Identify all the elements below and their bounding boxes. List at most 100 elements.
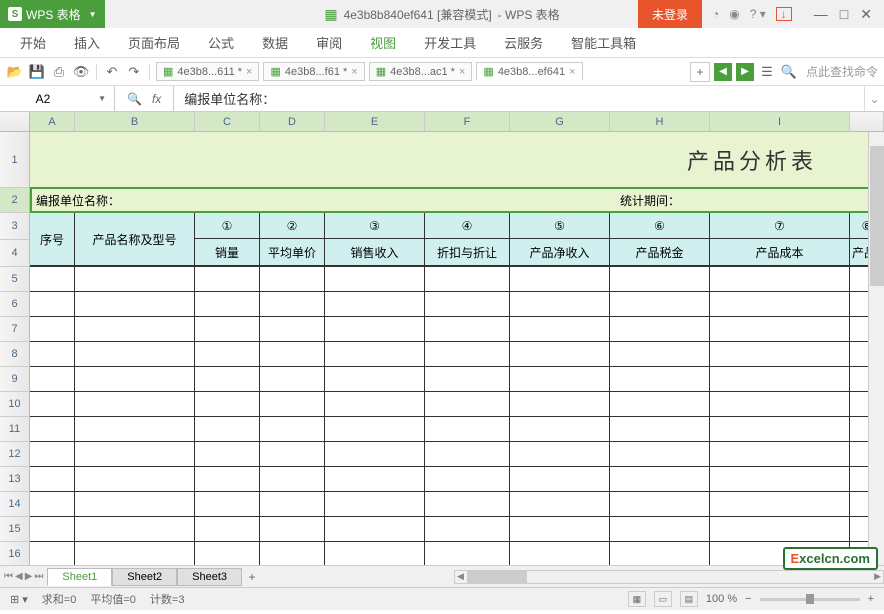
cell[interactable] bbox=[75, 542, 195, 565]
print-icon[interactable]: ⎙ bbox=[50, 63, 68, 81]
cell[interactable] bbox=[195, 542, 260, 565]
add-tab-button[interactable]: + bbox=[690, 62, 710, 82]
row-header-16[interactable]: 16 bbox=[0, 542, 30, 565]
cell[interactable] bbox=[260, 467, 325, 491]
view-reading-icon[interactable]: ▤ bbox=[680, 591, 698, 607]
header-h-label[interactable]: 产品税金 bbox=[610, 239, 709, 265]
search-hint[interactable]: 点此查找命令 bbox=[806, 63, 878, 80]
cell[interactable] bbox=[510, 342, 610, 366]
table-row[interactable] bbox=[30, 467, 884, 492]
cell[interactable] bbox=[325, 542, 425, 565]
cell[interactable] bbox=[325, 267, 425, 291]
col-header-F[interactable]: F bbox=[425, 112, 510, 131]
menu-smart-tools[interactable]: 智能工具箱 bbox=[559, 29, 648, 56]
cell[interactable] bbox=[75, 442, 195, 466]
menu-dev-tools[interactable]: 开发工具 bbox=[412, 29, 488, 56]
cell[interactable] bbox=[425, 467, 510, 491]
cell[interactable] bbox=[75, 292, 195, 316]
doc-tab-3[interactable]: ▦4e3b8...ac1 *× bbox=[369, 62, 473, 81]
cell[interactable] bbox=[30, 492, 75, 516]
cell[interactable] bbox=[510, 442, 610, 466]
cell[interactable] bbox=[510, 492, 610, 516]
menu-start[interactable]: 开始 bbox=[8, 29, 58, 56]
row-header-13[interactable]: 13 bbox=[0, 467, 30, 492]
row-header-15[interactable]: 15 bbox=[0, 517, 30, 542]
cell[interactable] bbox=[710, 492, 850, 516]
header-g-num[interactable]: ⑤ bbox=[510, 213, 609, 239]
cell[interactable] bbox=[195, 492, 260, 516]
feedback-icon[interactable]: ↓ bbox=[776, 7, 792, 21]
cell[interactable] bbox=[30, 392, 75, 416]
cell[interactable] bbox=[610, 267, 710, 291]
info-row[interactable]: 编报单位名称： 统计期间： bbox=[30, 188, 884, 213]
menu-formula[interactable]: 公式 bbox=[196, 29, 246, 56]
cell[interactable] bbox=[260, 542, 325, 565]
header-f-num[interactable]: ④ bbox=[425, 213, 509, 239]
cell[interactable] bbox=[325, 342, 425, 366]
col-header-A[interactable]: A bbox=[30, 112, 75, 131]
menu-insert[interactable]: 插入 bbox=[62, 29, 112, 56]
cell[interactable] bbox=[710, 392, 850, 416]
cell[interactable] bbox=[425, 292, 510, 316]
cell[interactable] bbox=[195, 442, 260, 466]
cell[interactable] bbox=[75, 492, 195, 516]
cell[interactable] bbox=[30, 542, 75, 565]
zoom-slider[interactable] bbox=[760, 598, 860, 601]
cell[interactable] bbox=[425, 492, 510, 516]
cell[interactable] bbox=[710, 267, 850, 291]
menu-data[interactable]: 数据 bbox=[250, 29, 300, 56]
cell[interactable] bbox=[260, 267, 325, 291]
minimize-button[interactable]: — bbox=[814, 6, 828, 23]
cell[interactable] bbox=[425, 367, 510, 391]
cell[interactable] bbox=[260, 342, 325, 366]
cell[interactable] bbox=[710, 517, 850, 541]
tab-prev-button[interactable]: ◀ bbox=[714, 63, 732, 81]
cell[interactable] bbox=[325, 367, 425, 391]
cell[interactable] bbox=[75, 417, 195, 441]
row-header-5[interactable]: 5 bbox=[0, 267, 30, 292]
medal-icon[interactable]: ◉ bbox=[729, 7, 739, 21]
cell[interactable] bbox=[425, 267, 510, 291]
cell[interactable] bbox=[260, 392, 325, 416]
maximize-button[interactable]: □ bbox=[840, 6, 848, 23]
table-row[interactable] bbox=[30, 417, 884, 442]
cell[interactable] bbox=[195, 292, 260, 316]
expand-formula-bar[interactable]: ⌄ bbox=[864, 86, 884, 111]
cancel-formula-icon[interactable]: 🔍 bbox=[127, 92, 142, 106]
table-row[interactable] bbox=[30, 392, 884, 417]
cell[interactable] bbox=[195, 317, 260, 341]
fx-button[interactable]: fx bbox=[152, 92, 161, 106]
cell[interactable] bbox=[510, 542, 610, 565]
menu-page-layout[interactable]: 页面布局 bbox=[116, 29, 192, 56]
record-icon[interactable]: ⊞ ▾ bbox=[10, 593, 28, 606]
header-d-label[interactable]: 平均单价 bbox=[260, 239, 324, 265]
row-header-1[interactable]: 1 bbox=[0, 132, 30, 188]
sheet-tab-3[interactable]: Sheet3 bbox=[177, 568, 242, 586]
cell[interactable] bbox=[610, 467, 710, 491]
row-header-8[interactable]: 8 bbox=[0, 342, 30, 367]
cell[interactable] bbox=[710, 417, 850, 441]
doc-tab-1[interactable]: ▦4e3b8...611 *× bbox=[156, 62, 259, 81]
scroll-right-icon[interactable]: ▶ bbox=[874, 571, 881, 582]
cell[interactable] bbox=[30, 442, 75, 466]
cell[interactable] bbox=[610, 367, 710, 391]
save-icon[interactable]: 💾 bbox=[28, 63, 46, 81]
cell[interactable] bbox=[75, 267, 195, 291]
login-button[interactable]: 未登录 bbox=[638, 0, 702, 28]
menu-cloud[interactable]: 云服务 bbox=[492, 29, 555, 56]
cell[interactable] bbox=[75, 317, 195, 341]
cell[interactable] bbox=[510, 467, 610, 491]
cell-reference-input[interactable] bbox=[8, 92, 78, 106]
cell[interactable] bbox=[195, 367, 260, 391]
cell[interactable] bbox=[610, 492, 710, 516]
sheet-tab-1[interactable]: Sheet1 bbox=[47, 568, 112, 586]
table-row[interactable] bbox=[30, 367, 884, 392]
table-row[interactable] bbox=[30, 317, 884, 342]
header-seq[interactable]: 序号 bbox=[30, 213, 75, 265]
cell[interactable] bbox=[30, 317, 75, 341]
table-row[interactable] bbox=[30, 342, 884, 367]
open-icon[interactable]: 📂 bbox=[6, 63, 24, 81]
zoom-level[interactable]: 100 % bbox=[706, 593, 737, 605]
cell[interactable] bbox=[425, 417, 510, 441]
close-tab-icon[interactable]: × bbox=[246, 66, 252, 78]
